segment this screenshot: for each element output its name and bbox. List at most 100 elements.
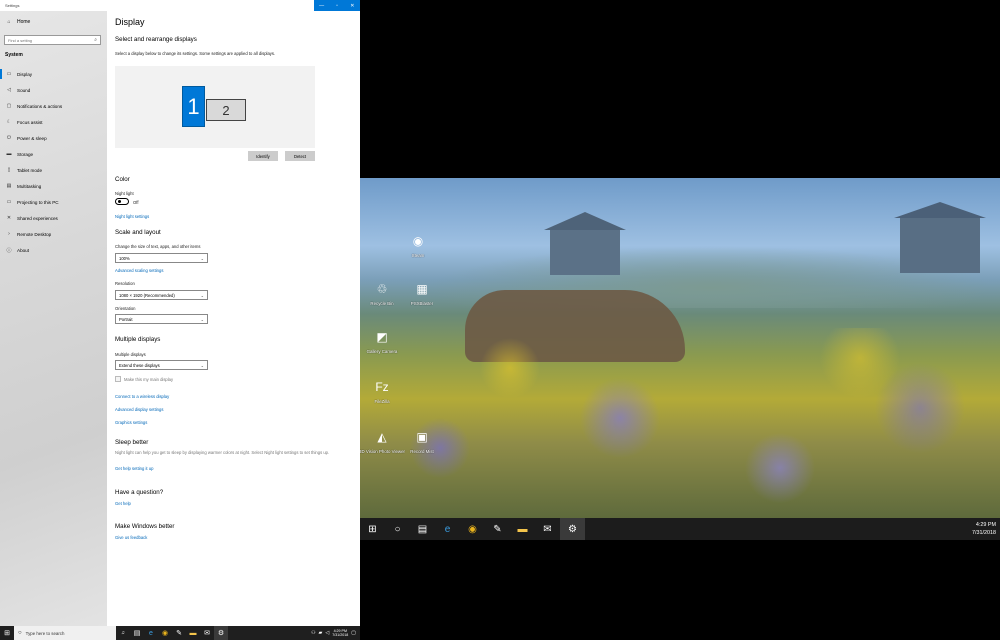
advanced-display-link[interactable]: Advanced display settings [115, 407, 163, 412]
desktop-icon[interactable]: ◭ 3D Vision Photo Viewer [360, 426, 405, 454]
monitor-icon: ▭ [6, 71, 12, 77]
start-button[interactable]: ⊞ [360, 518, 385, 540]
nav-home-label: Home [17, 19, 31, 25]
scale-label: Change the size of text, apps, and other… [115, 244, 201, 249]
multiple-displays-dropdown[interactable]: Extend these displays ⌄ [115, 360, 208, 370]
minimize-button[interactable]: — [314, 0, 329, 11]
main-display-checkbox[interactable] [115, 376, 121, 382]
sidebar-item-label: Notifications & actions [17, 103, 63, 109]
task-view-icon[interactable]: ▤ [130, 626, 144, 640]
sidebar-item-about[interactable]: ⓘ About [0, 242, 107, 258]
action-center-icon[interactable]: ▢ [351, 630, 356, 636]
orientation-dropdown[interactable]: Portrait ⌄ [115, 314, 208, 324]
sidebar-item-label: Projecting to this PC [17, 199, 59, 205]
nav-list: ▭ Display ◁ Sound ▢ Notifications & actions ☾ F… [0, 66, 107, 258]
mail-icon[interactable]: ✉ [535, 518, 560, 540]
chevron-down-icon: ⌄ [200, 255, 204, 261]
graphics-settings-link[interactable]: Graphics settings [115, 420, 147, 425]
nav-section-title: System [5, 52, 23, 58]
sidebar-item-notifications-actions[interactable]: ▢ Notifications & actions [0, 98, 107, 114]
mail-icon[interactable]: ✉ [200, 626, 214, 640]
monitor-2-tile[interactable]: 2 [206, 99, 246, 121]
clock-time: 4:29 PM [975, 522, 996, 528]
taskbar-clock-left[interactable]: 4:29 PM 7/31/2018 [332, 629, 348, 638]
close-button[interactable]: ✕ [345, 0, 360, 11]
start-button[interactable]: ⊞ [0, 626, 14, 640]
question-heading: Have a question? [115, 489, 164, 496]
wallpaper-house [894, 202, 986, 273]
desktop-icon-label: Recycle Bin [370, 301, 394, 306]
nav-home[interactable]: ⌂ Home [6, 19, 30, 25]
sleep-help-link[interactable]: Get help setting it up [115, 466, 153, 471]
taskbar-search-box[interactable]: ○ Type here to search [14, 626, 116, 640]
night-light-toggle[interactable] [115, 198, 129, 205]
desktop-icon[interactable]: ▦ PSXBlaster [408, 278, 436, 306]
network-icon[interactable]: ▰ [319, 630, 323, 636]
sidebar-item-focus-assist[interactable]: ☾ Focus assist [0, 114, 107, 130]
orientation-value: Portrait [119, 316, 133, 322]
settings-window: Settings — ▫ ✕ ⌂ Home ⌕ System ▭ Display ◁… [0, 0, 360, 626]
page-title: Display [115, 17, 145, 27]
desktop-icon[interactable]: ◩ Gallery Camera [367, 326, 398, 354]
sidebar-item-multitasking[interactable]: ▤ Multitasking [0, 178, 107, 194]
sidebar-item-sound[interactable]: ◁ Sound [0, 82, 107, 98]
cortana-icon[interactable]: ○ [385, 518, 410, 540]
sleep-heading: Sleep better [115, 439, 149, 446]
sidebar-item-shared-experiences[interactable]: ✕ Shared experiences [0, 210, 107, 226]
moon-icon: ☾ [6, 119, 12, 125]
task-view-icon[interactable]: ▤ [410, 518, 435, 540]
scale-value: 100% [119, 255, 130, 261]
monitor-1-tile[interactable]: 1 [182, 86, 205, 127]
microphone-icon[interactable]: ♫ [116, 626, 130, 640]
settings-icon[interactable]: ⚙ [214, 626, 228, 640]
window-title: Settings [5, 3, 20, 8]
sidebar-item-label: Focus assist [17, 119, 43, 125]
search-icon[interactable]: ⌕ [94, 37, 97, 43]
desktop-icon[interactable]: ♲ Recycle Bin [368, 278, 396, 306]
maximize-button[interactable]: ▫ [329, 0, 344, 11]
sidebar-item-projecting-to-this-pc[interactable]: ▭ Projecting to this PC [0, 194, 107, 210]
detect-button[interactable]: Detect [285, 151, 315, 161]
sidebar-item-storage[interactable]: ▬ Storage [0, 146, 107, 162]
taskbar-left: ⊞ ○ Type here to search ♫ ▤ e ◉ ✎ ▬ ✉ ⚙ … [0, 626, 360, 640]
chevron-down-icon: ⌄ [200, 292, 204, 298]
get-help-link[interactable]: Get help [115, 501, 131, 506]
filezilla-icon: Fz [375, 380, 389, 394]
pen-app-icon[interactable]: ✎ [485, 518, 510, 540]
edge-icon[interactable]: e [435, 518, 460, 540]
sidebar-item-display[interactable]: ▭ Display [0, 66, 107, 82]
notifications-icon: ▢ [6, 103, 12, 109]
chrome-icon[interactable]: ◉ [158, 626, 172, 640]
identify-button[interactable]: Identify [248, 151, 278, 161]
find-setting-input[interactable] [8, 37, 88, 43]
file-explorer-icon[interactable]: ▬ [186, 626, 200, 640]
taskbar-right: ⊞ ○ ▤ e ◉ ✎ ▬ ✉ ⚙ 4:29 PM 7/31/2018 [360, 518, 1000, 540]
find-setting-box[interactable]: ⌕ [4, 35, 101, 45]
sidebar-item-remote-desktop[interactable]: › Remote Desktop [0, 226, 107, 242]
people-icon[interactable]: ⚇ [311, 630, 315, 636]
settings-icon[interactable]: ⚙ [560, 518, 585, 540]
speaker-icon: ◁ [7, 87, 11, 93]
resolution-dropdown[interactable]: 1080 × 1920 (Recommended) ⌄ [115, 290, 208, 300]
display-arrangement-area[interactable]: 1 2 [115, 66, 315, 148]
edge-icon[interactable]: e [144, 626, 158, 640]
clock-date: 7/31/2018 [332, 633, 349, 637]
night-light-settings-link[interactable]: Night light settings [115, 214, 149, 219]
desktop-icon[interactable]: Fz FileZilla [368, 376, 396, 404]
desktop-icon[interactable]: ◉ Steam [404, 230, 432, 258]
file-explorer-icon[interactable]: ▬ [510, 518, 535, 540]
sidebar-item-power-sleep[interactable]: ⏻ Power & sleep [0, 130, 107, 146]
volume-icon[interactable]: ◁ [325, 630, 329, 636]
chrome-icon[interactable]: ◉ [460, 518, 485, 540]
multitasking-icon: ▤ [6, 183, 12, 189]
title-bar[interactable]: Settings — ▫ ✕ [0, 0, 360, 11]
sidebar-item-tablet-mode[interactable]: ▯ Tablet mode [0, 162, 107, 178]
scale-dropdown[interactable]: 100% ⌄ [115, 253, 208, 263]
advanced-scaling-link[interactable]: Advanced scaling settings [115, 268, 163, 273]
wireless-display-link[interactable]: Connect to a wireless display [115, 394, 169, 399]
feedback-link[interactable]: Give us feedback [115, 535, 147, 540]
pen-app-icon[interactable]: ✎ [172, 626, 186, 640]
desktop-icon[interactable]: ▣ Record Mist [408, 426, 436, 454]
taskbar-clock-right[interactable]: 4:29 PM 7/31/2018 [972, 521, 1000, 537]
desktop-wallpaper[interactable]: ◉ Steam ♲ Recycle Bin ▦ PSXBlaster ◩ Gallery Ca… [360, 178, 1000, 518]
